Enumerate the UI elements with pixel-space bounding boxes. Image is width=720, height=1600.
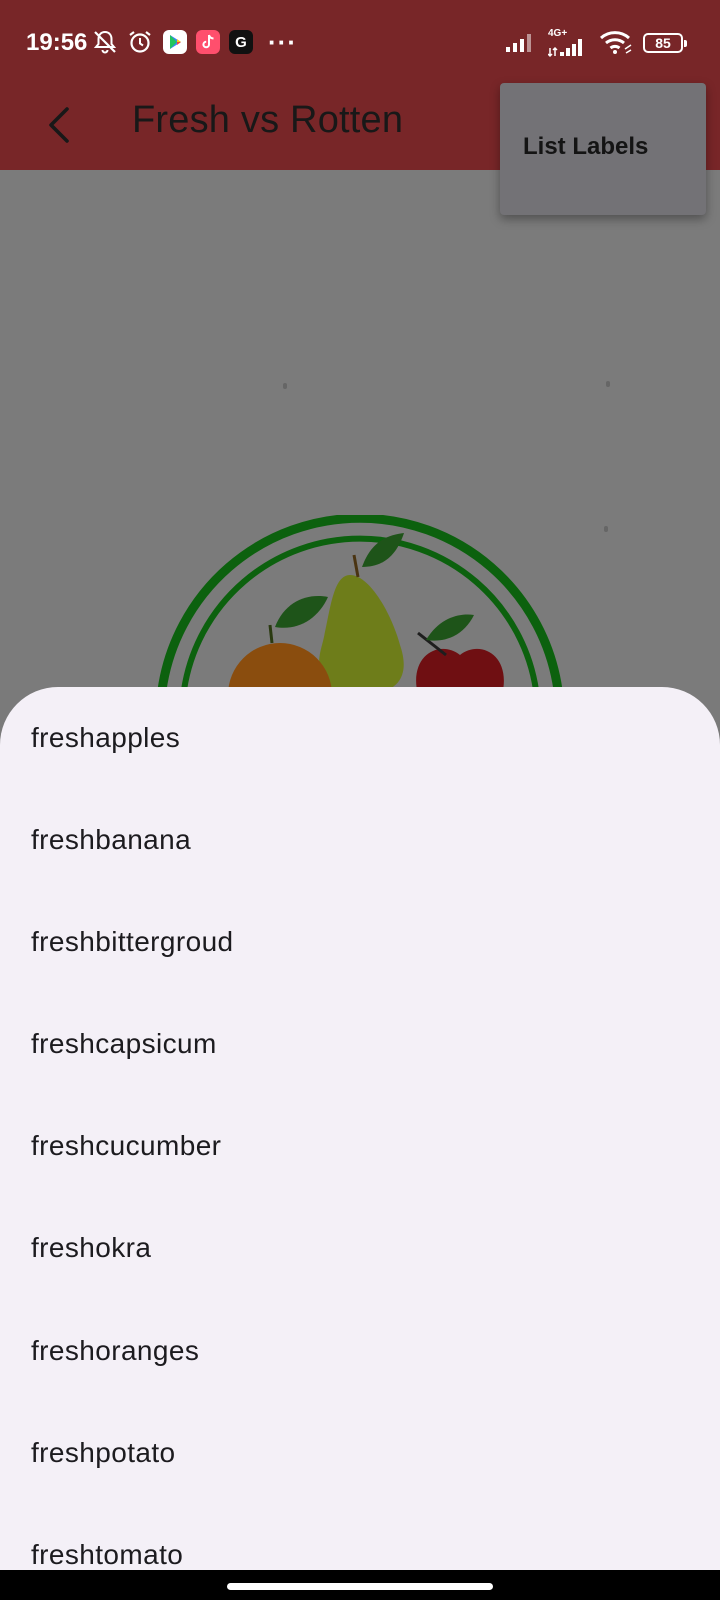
speck xyxy=(283,383,287,389)
google-icon: G xyxy=(229,28,253,56)
list-item[interactable]: freshcucumber xyxy=(31,1116,691,1176)
wifi-icon xyxy=(599,28,633,56)
labels-bottom-sheet[interactable]: freshapples freshbanana freshbittergroud… xyxy=(0,687,720,1570)
list-item[interactable]: freshoranges xyxy=(31,1321,691,1381)
popup-menu: List Labels xyxy=(500,83,706,215)
home-gesture-handle[interactable] xyxy=(227,1583,493,1590)
status-time: 19:56 xyxy=(26,29,88,56)
more-dots-icon: ··· xyxy=(268,26,297,57)
back-button[interactable] xyxy=(30,95,90,155)
google-letter: G xyxy=(229,30,253,54)
status-bar: 19:56 G ··· 4G+ 85 xyxy=(0,0,720,85)
speck xyxy=(604,526,608,532)
fruit-logo-image xyxy=(150,513,570,747)
list-item[interactable]: freshpotato xyxy=(31,1423,691,1483)
list-item[interactable]: freshapples xyxy=(31,708,691,768)
signal-icon xyxy=(505,28,535,56)
list-item[interactable]: freshcapsicum xyxy=(31,1014,691,1074)
list-item[interactable]: freshbittergroud xyxy=(31,912,691,972)
menu-item-list-labels[interactable]: List Labels xyxy=(523,133,648,161)
list-item[interactable]: freshtomato xyxy=(31,1525,691,1570)
play-store-icon xyxy=(163,28,187,56)
list-item[interactable]: freshbanana xyxy=(31,810,691,870)
chevron-left-icon xyxy=(49,107,69,143)
list-item[interactable]: freshokra xyxy=(31,1218,691,1278)
tiktok-icon xyxy=(196,28,220,56)
main-content xyxy=(0,170,720,747)
alarm-icon xyxy=(127,28,153,56)
bell-off-icon xyxy=(92,28,118,56)
navigation-bar xyxy=(0,1570,720,1600)
page-title: Fresh vs Rotten xyxy=(132,99,404,141)
speck xyxy=(606,381,610,387)
signal-4g-icon xyxy=(548,32,588,60)
battery-level: 85 xyxy=(655,35,671,51)
battery-icon: 85 xyxy=(643,33,687,53)
